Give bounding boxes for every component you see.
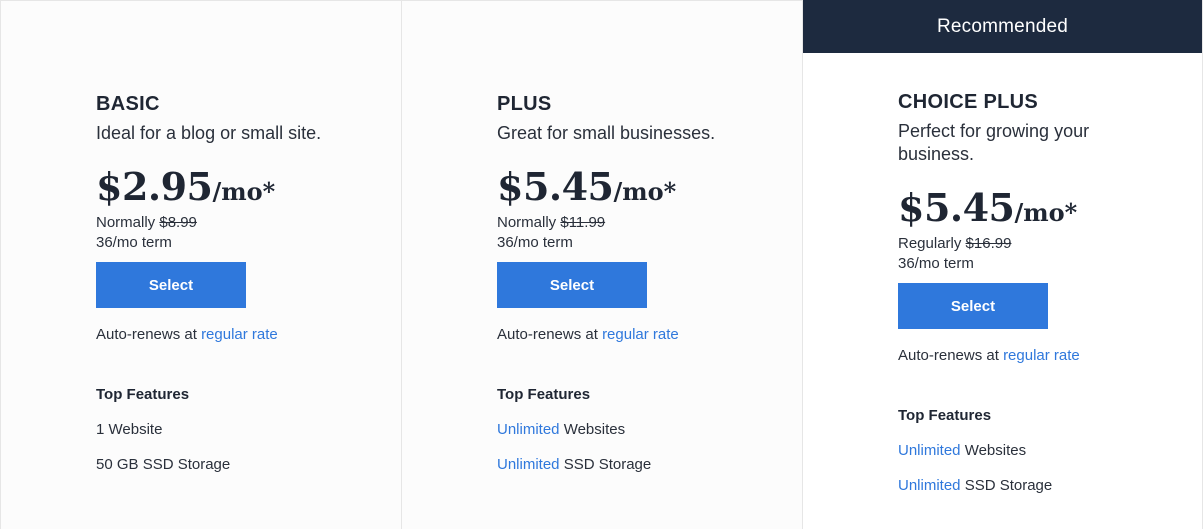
plan-description: Great for small businesses. bbox=[497, 123, 716, 143]
select-button-basic[interactable]: Select bbox=[96, 262, 246, 308]
pricing-table: BASIC Ideal for a blog or small site. $2… bbox=[0, 0, 1203, 529]
plan-name: PLUS bbox=[497, 93, 552, 115]
renew-prefix: Auto-renews at bbox=[898, 347, 999, 364]
price-amount: $5.45 bbox=[497, 164, 614, 209]
feature-item: Unlimited Websites bbox=[898, 441, 1158, 461]
normal-price: $16.99 bbox=[965, 235, 1012, 252]
feature-text: 50 GB SSD Storage bbox=[96, 456, 231, 473]
term-note: 36/mo term bbox=[497, 234, 573, 251]
normally-label: Normally bbox=[96, 214, 156, 231]
plan-description: Perfect for growing your business. bbox=[898, 121, 1090, 164]
price-amount: $5.45 bbox=[898, 185, 1015, 230]
feature-item: Unlimited Websites bbox=[497, 420, 757, 440]
feature-highlight[interactable]: Unlimited bbox=[497, 421, 560, 438]
price-unit: /mo* bbox=[212, 177, 276, 206]
regular-rate-link[interactable]: regular rate bbox=[1003, 347, 1080, 364]
normally-label: Normally bbox=[497, 214, 557, 231]
auto-renew-note: Auto-renews at regular rate bbox=[96, 325, 356, 345]
auto-renew-note: Auto-renews at regular rate bbox=[898, 346, 1158, 366]
normal-price-note: Normally $11.99 bbox=[497, 213, 757, 233]
price-amount: $2.95 bbox=[96, 164, 213, 209]
features-title: Top Features bbox=[497, 386, 591, 403]
feature-text: Websites bbox=[960, 442, 1027, 459]
normal-price-note: Regularly $16.99 bbox=[898, 234, 1158, 254]
recommended-banner: Recommended bbox=[803, 0, 1202, 53]
features-title: Top Features bbox=[898, 407, 992, 424]
plan-name: CHOICE PLUS bbox=[898, 91, 1038, 113]
feature-highlight[interactable]: Unlimited bbox=[898, 442, 961, 459]
regular-rate-link[interactable]: regular rate bbox=[602, 326, 679, 343]
feature-text: 1 Website bbox=[96, 421, 163, 438]
normally-label: Regularly bbox=[898, 235, 962, 252]
price-row: $5.45 /mo* bbox=[898, 185, 1158, 230]
plan-content: CHOICE PLUS Perfect for growing your bus… bbox=[898, 90, 1158, 496]
select-button-choice-plus[interactable]: Select bbox=[898, 283, 1048, 329]
feature-item: 50 GB SSD Storage bbox=[96, 455, 356, 475]
renew-prefix: Auto-renews at bbox=[96, 326, 197, 343]
plan-content: BASIC Ideal for a blog or small site. $2… bbox=[96, 92, 356, 475]
feature-highlight[interactable]: Unlimited bbox=[497, 456, 560, 473]
renew-prefix: Auto-renews at bbox=[497, 326, 598, 343]
feature-text: Websites bbox=[559, 421, 626, 438]
normal-price-note: Normally $8.99 bbox=[96, 213, 356, 233]
select-button-plus[interactable]: Select bbox=[497, 262, 647, 308]
plan-card-choice-plus: Recommended CHOICE PLUS Perfect for grow… bbox=[802, 0, 1203, 529]
price-row: $5.45 /mo* bbox=[497, 164, 757, 209]
plan-name: BASIC bbox=[96, 93, 160, 115]
regular-rate-link[interactable]: regular rate bbox=[201, 326, 278, 343]
auto-renew-note: Auto-renews at regular rate bbox=[497, 325, 757, 345]
feature-highlight[interactable]: Unlimited bbox=[898, 477, 961, 494]
feature-text: SSD Storage bbox=[559, 456, 652, 473]
plan-card-plus: PLUS Great for small businesses. $5.45 /… bbox=[401, 0, 802, 529]
normal-price: $8.99 bbox=[159, 214, 197, 231]
plan-description: Ideal for a blog or small site. bbox=[96, 123, 322, 143]
price-row: $2.95 /mo* bbox=[96, 164, 356, 209]
feature-item: Unlimited SSD Storage bbox=[898, 476, 1158, 496]
normal-price: $11.99 bbox=[560, 214, 606, 231]
term-note: 36/mo term bbox=[96, 234, 172, 251]
plan-card-basic: BASIC Ideal for a blog or small site. $2… bbox=[0, 0, 401, 529]
price-unit: /mo* bbox=[613, 177, 677, 206]
feature-text: SSD Storage bbox=[960, 477, 1053, 494]
feature-item: 1 Website bbox=[96, 420, 356, 440]
price-unit: /mo* bbox=[1014, 198, 1078, 227]
term-note: 36/mo term bbox=[898, 255, 974, 272]
feature-item: Unlimited SSD Storage bbox=[497, 455, 757, 475]
features-title: Top Features bbox=[96, 386, 190, 403]
plan-content: PLUS Great for small businesses. $5.45 /… bbox=[497, 92, 757, 475]
